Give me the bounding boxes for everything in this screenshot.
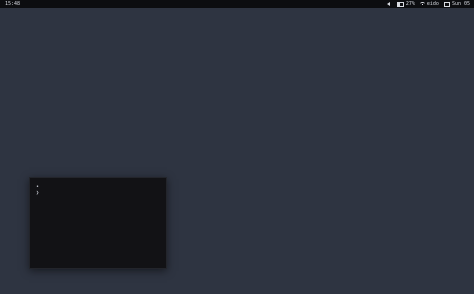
calendar-icon <box>443 1 450 7</box>
volume-icon <box>386 2 390 6</box>
top-bar: 15:48 27% eido Sun 05 <box>0 0 474 8</box>
terminal-output: • ❯ <box>36 184 39 196</box>
clock[interactable]: 15:48 <box>5 0 20 8</box>
battery-icon <box>396 1 404 7</box>
battery-indicator[interactable]: 27% <box>396 0 415 8</box>
date-label: Sun 05 <box>451 1 470 7</box>
wifi-indicator[interactable]: eido <box>419 0 439 8</box>
volume-indicator[interactable] <box>386 2 392 6</box>
system-tray: 27% eido Sun 05 <box>382 0 470 8</box>
terminal-window[interactable]: • ❯ <box>29 177 167 269</box>
terminal-prompt[interactable]: ❯ <box>36 190 39 196</box>
battery-label: 27% <box>405 1 415 7</box>
wifi-label: eido <box>426 1 439 7</box>
date-indicator[interactable]: Sun 05 <box>443 0 470 8</box>
wifi-icon <box>419 2 425 6</box>
desktop: 15:48 27% eido Sun 05 • ❯ <box>0 0 474 294</box>
